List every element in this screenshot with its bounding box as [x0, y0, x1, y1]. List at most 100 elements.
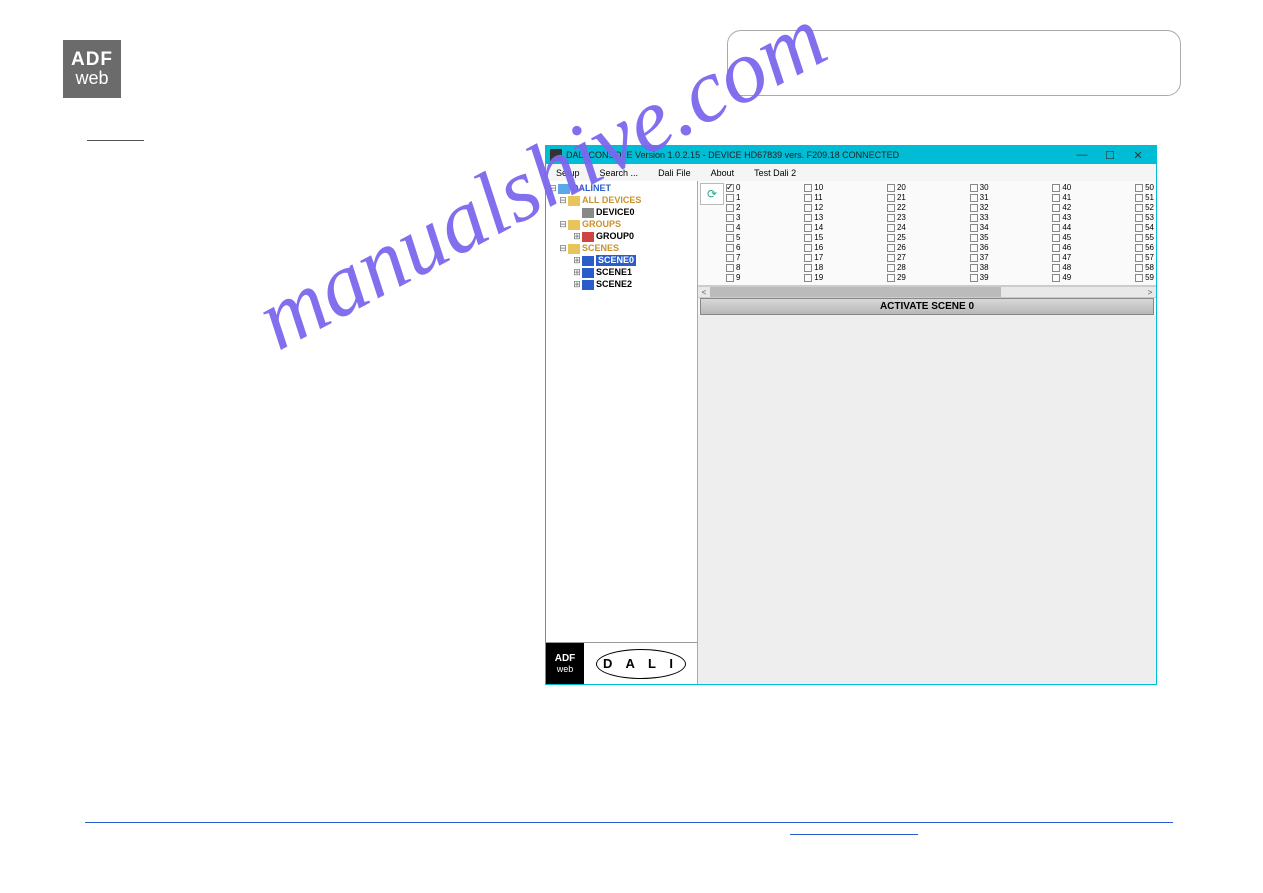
checkbox-item-9[interactable]: 9 [726, 273, 740, 283]
checkbox-item-11[interactable]: 11 [804, 193, 823, 203]
horizontal-scrollbar[interactable]: < > [698, 286, 1156, 298]
checkbox-5[interactable] [726, 234, 734, 242]
refresh-button[interactable]: ⟳ [700, 183, 724, 205]
checkbox-item-32[interactable]: 32 [970, 203, 989, 213]
activate-scene-button[interactable]: ACTIVATE SCENE 0 [700, 298, 1154, 315]
checkbox-24[interactable] [887, 224, 895, 232]
checkbox-item-29[interactable]: 29 [887, 273, 906, 283]
checkbox-4[interactable] [726, 224, 734, 232]
tree-all-devices[interactable]: ⊟ ALL DEVICES [548, 195, 695, 207]
checkbox-item-31[interactable]: 31 [970, 193, 989, 203]
checkbox-item-59[interactable]: 59 [1135, 273, 1154, 283]
checkbox-item-54[interactable]: 54 [1135, 223, 1154, 233]
tree-scenes[interactable]: ⊟ SCENES [548, 243, 695, 255]
checkbox-item-20[interactable]: 20 [887, 183, 906, 193]
checkbox-19[interactable] [804, 274, 812, 282]
checkbox-item-57[interactable]: 57 [1135, 253, 1154, 263]
tree-scene2[interactable]: ⊞ SCENE2 [548, 279, 695, 291]
checkbox-55[interactable] [1135, 234, 1143, 242]
checkbox-27[interactable] [887, 254, 895, 262]
checkbox-item-46[interactable]: 46 [1052, 243, 1071, 253]
checkbox-15[interactable] [804, 234, 812, 242]
checkbox-item-28[interactable]: 28 [887, 263, 906, 273]
menu-dalifile[interactable]: Dali File [648, 168, 701, 178]
checkbox-item-22[interactable]: 22 [887, 203, 906, 213]
checkbox-item-7[interactable]: 7 [726, 253, 740, 263]
checkbox-6[interactable] [726, 244, 734, 252]
checkbox-item-25[interactable]: 25 [887, 233, 906, 243]
checkbox-item-26[interactable]: 26 [887, 243, 906, 253]
checkbox-item-19[interactable]: 19 [804, 273, 823, 283]
checkbox-item-58[interactable]: 58 [1135, 263, 1154, 273]
checkbox-item-40[interactable]: 40 [1052, 183, 1071, 193]
maximize-button[interactable]: ☐ [1096, 149, 1124, 162]
menu-search[interactable]: Search ... [590, 168, 649, 178]
checkbox-item-55[interactable]: 55 [1135, 233, 1154, 243]
checkbox-32[interactable] [970, 204, 978, 212]
checkbox-29[interactable] [887, 274, 895, 282]
checkbox-item-47[interactable]: 47 [1052, 253, 1071, 263]
checkbox-item-30[interactable]: 30 [970, 183, 989, 193]
menu-about[interactable]: About [701, 168, 745, 178]
checkbox-item-42[interactable]: 42 [1052, 203, 1071, 213]
checkbox-item-49[interactable]: 49 [1052, 273, 1071, 283]
checkbox-item-0[interactable]: 0 [726, 183, 740, 193]
checkbox-9[interactable] [726, 274, 734, 282]
checkbox-item-33[interactable]: 33 [970, 213, 989, 223]
checkbox-item-56[interactable]: 56 [1135, 243, 1154, 253]
checkbox-23[interactable] [887, 214, 895, 222]
checkbox-49[interactable] [1052, 274, 1060, 282]
checkbox-33[interactable] [970, 214, 978, 222]
checkbox-20[interactable] [887, 184, 895, 192]
checkbox-item-50[interactable]: 50 [1135, 183, 1154, 193]
checkbox-44[interactable] [1052, 224, 1060, 232]
checkbox-42[interactable] [1052, 204, 1060, 212]
checkbox-13[interactable] [804, 214, 812, 222]
checkbox-item-51[interactable]: 51 [1135, 193, 1154, 203]
checkbox-31[interactable] [970, 194, 978, 202]
checkbox-7[interactable] [726, 254, 734, 262]
checkbox-3[interactable] [726, 214, 734, 222]
checkbox-18[interactable] [804, 264, 812, 272]
checkbox-item-4[interactable]: 4 [726, 223, 740, 233]
checkbox-39[interactable] [970, 274, 978, 282]
checkbox-item-52[interactable]: 52 [1135, 203, 1154, 213]
checkbox-item-41[interactable]: 41 [1052, 193, 1071, 203]
checkbox-41[interactable] [1052, 194, 1060, 202]
checkbox-43[interactable] [1052, 214, 1060, 222]
checkbox-56[interactable] [1135, 244, 1143, 252]
menu-testdali2[interactable]: Test Dali 2 [744, 168, 806, 178]
checkbox-item-2[interactable]: 2 [726, 203, 740, 213]
checkbox-item-5[interactable]: 5 [726, 233, 740, 243]
checkbox-item-44[interactable]: 44 [1052, 223, 1071, 233]
checkbox-1[interactable] [726, 194, 734, 202]
checkbox-38[interactable] [970, 264, 978, 272]
checkbox-item-18[interactable]: 18 [804, 263, 823, 273]
checkbox-item-10[interactable]: 10 [804, 183, 823, 193]
checkbox-53[interactable] [1135, 214, 1143, 222]
checkbox-57[interactable] [1135, 254, 1143, 262]
checkbox-item-8[interactable]: 8 [726, 263, 740, 273]
checkbox-item-6[interactable]: 6 [726, 243, 740, 253]
checkbox-8[interactable] [726, 264, 734, 272]
checkbox-16[interactable] [804, 244, 812, 252]
checkbox-12[interactable] [804, 204, 812, 212]
checkbox-item-35[interactable]: 35 [970, 233, 989, 243]
checkbox-item-43[interactable]: 43 [1052, 213, 1071, 223]
checkbox-34[interactable] [970, 224, 978, 232]
tree-scene1[interactable]: ⊞ SCENE1 [548, 267, 695, 279]
checkbox-28[interactable] [887, 264, 895, 272]
checkbox-58[interactable] [1135, 264, 1143, 272]
checkbox-54[interactable] [1135, 224, 1143, 232]
checkbox-35[interactable] [970, 234, 978, 242]
checkbox-10[interactable] [804, 184, 812, 192]
checkbox-40[interactable] [1052, 184, 1060, 192]
checkbox-item-13[interactable]: 13 [804, 213, 823, 223]
checkbox-51[interactable] [1135, 194, 1143, 202]
checkbox-22[interactable] [887, 204, 895, 212]
scroll-thumb[interactable] [710, 287, 1001, 297]
checkbox-item-45[interactable]: 45 [1052, 233, 1071, 243]
checkbox-26[interactable] [887, 244, 895, 252]
checkbox-item-12[interactable]: 12 [804, 203, 823, 213]
checkbox-item-14[interactable]: 14 [804, 223, 823, 233]
